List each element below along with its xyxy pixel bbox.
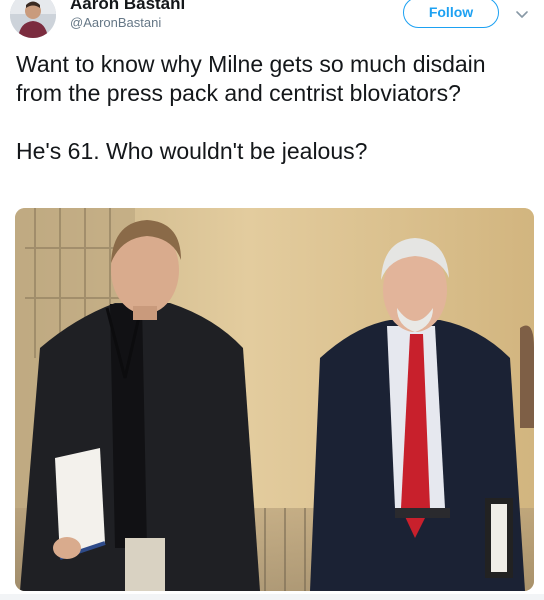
follow-button[interactable]: Follow <box>403 0 499 28</box>
tweet-card: Aaron Bastani @AaronBastani Follow Want … <box>0 0 544 600</box>
tweet-text-line: Want to know why Milne gets so much disd… <box>16 51 486 106</box>
divider <box>0 594 544 600</box>
tweet-text-line: He's 61. Who wouldn't be jealous? <box>16 138 368 164</box>
avatar-photo-icon <box>10 0 56 38</box>
author-handle[interactable]: @AaronBastani <box>70 15 161 30</box>
author-display-name[interactable]: Aaron Bastani <box>70 0 185 14</box>
tweet-text: Want to know why Milne gets so much disd… <box>16 50 531 166</box>
tweet-photo[interactable] <box>15 208 534 591</box>
chevron-down-icon[interactable] <box>514 6 530 22</box>
photo-two-men-walking-icon <box>15 208 534 591</box>
avatar[interactable] <box>10 0 56 38</box>
